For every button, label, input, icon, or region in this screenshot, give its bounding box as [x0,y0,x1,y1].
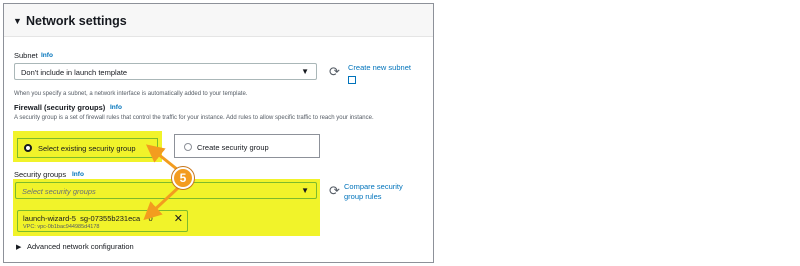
arrow-to-token [143,186,180,221]
step-number-badge: 5 [172,167,194,189]
annotation-arrows [143,144,180,221]
arrow-to-radio [145,144,179,172]
